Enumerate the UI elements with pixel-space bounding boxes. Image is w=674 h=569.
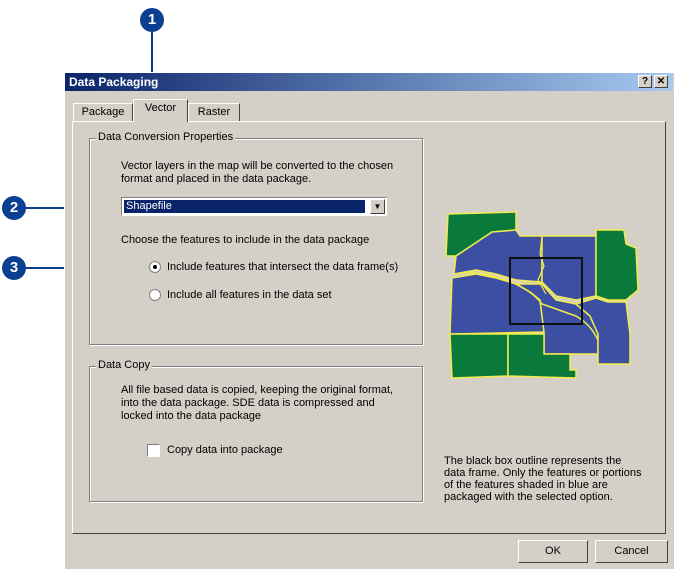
data-packaging-dialog: Data Packaging ? ✕ Package Vector Raster… [64,72,674,569]
data-copy-title: Data Copy [96,359,152,371]
vector-tab-panel: Data Conversion Properties Vector layers… [72,121,666,534]
callout-3: 3 [2,256,26,280]
tab-vector[interactable]: Vector [133,99,188,122]
copy-description-1: All file based data is copied, keeping t… [121,384,394,396]
callout-1: 1 [140,8,164,32]
format-dropdown[interactable]: Shapefile ▼ [121,197,387,216]
close-button[interactable]: ✕ [654,75,668,88]
tab-package[interactable]: Package [73,103,133,121]
data-conversion-title: Data Conversion Properties [96,131,236,143]
help-button[interactable]: ? [638,75,652,88]
radio-all-features[interactable] [149,289,161,301]
format-selected-value: Shapefile [124,200,365,213]
copy-description-3: locked into the data package [121,410,262,422]
radio-intersect[interactable] [149,261,161,273]
window-title: Data Packaging [69,75,159,89]
conversion-description-2: format and placed in the data package. [121,173,312,185]
ok-button[interactable]: OK [518,540,588,563]
features-prompt: Choose the features to include in the da… [121,234,370,246]
callout-2: 2 [2,196,26,220]
copy-data-checkbox-label[interactable]: Copy data into package [167,444,283,457]
data-frame-map-illustration [445,211,639,379]
tab-raster[interactable]: Raster [188,103,240,121]
copy-data-checkbox[interactable] [147,444,160,457]
cancel-button[interactable]: Cancel [595,540,668,563]
map-caption-4: packaged with the selected option. [444,491,613,503]
radio-intersect-label[interactable]: Include features that intersect the data… [167,261,398,274]
map-region-north-east [541,235,597,301]
conversion-description-1: Vector layers in the map will be convert… [121,160,394,172]
copy-description-2: into the data package. SDE data is compr… [121,397,375,409]
chevron-down-icon[interactable]: ▼ [370,199,385,214]
title-bar: Data Packaging ? ✕ [65,73,673,91]
radio-selected-dot [153,265,157,269]
radio-all-features-label[interactable]: Include all features in the data set [167,289,332,302]
map-region-sw-green [449,333,509,379]
map-region-east-green [595,229,639,301]
